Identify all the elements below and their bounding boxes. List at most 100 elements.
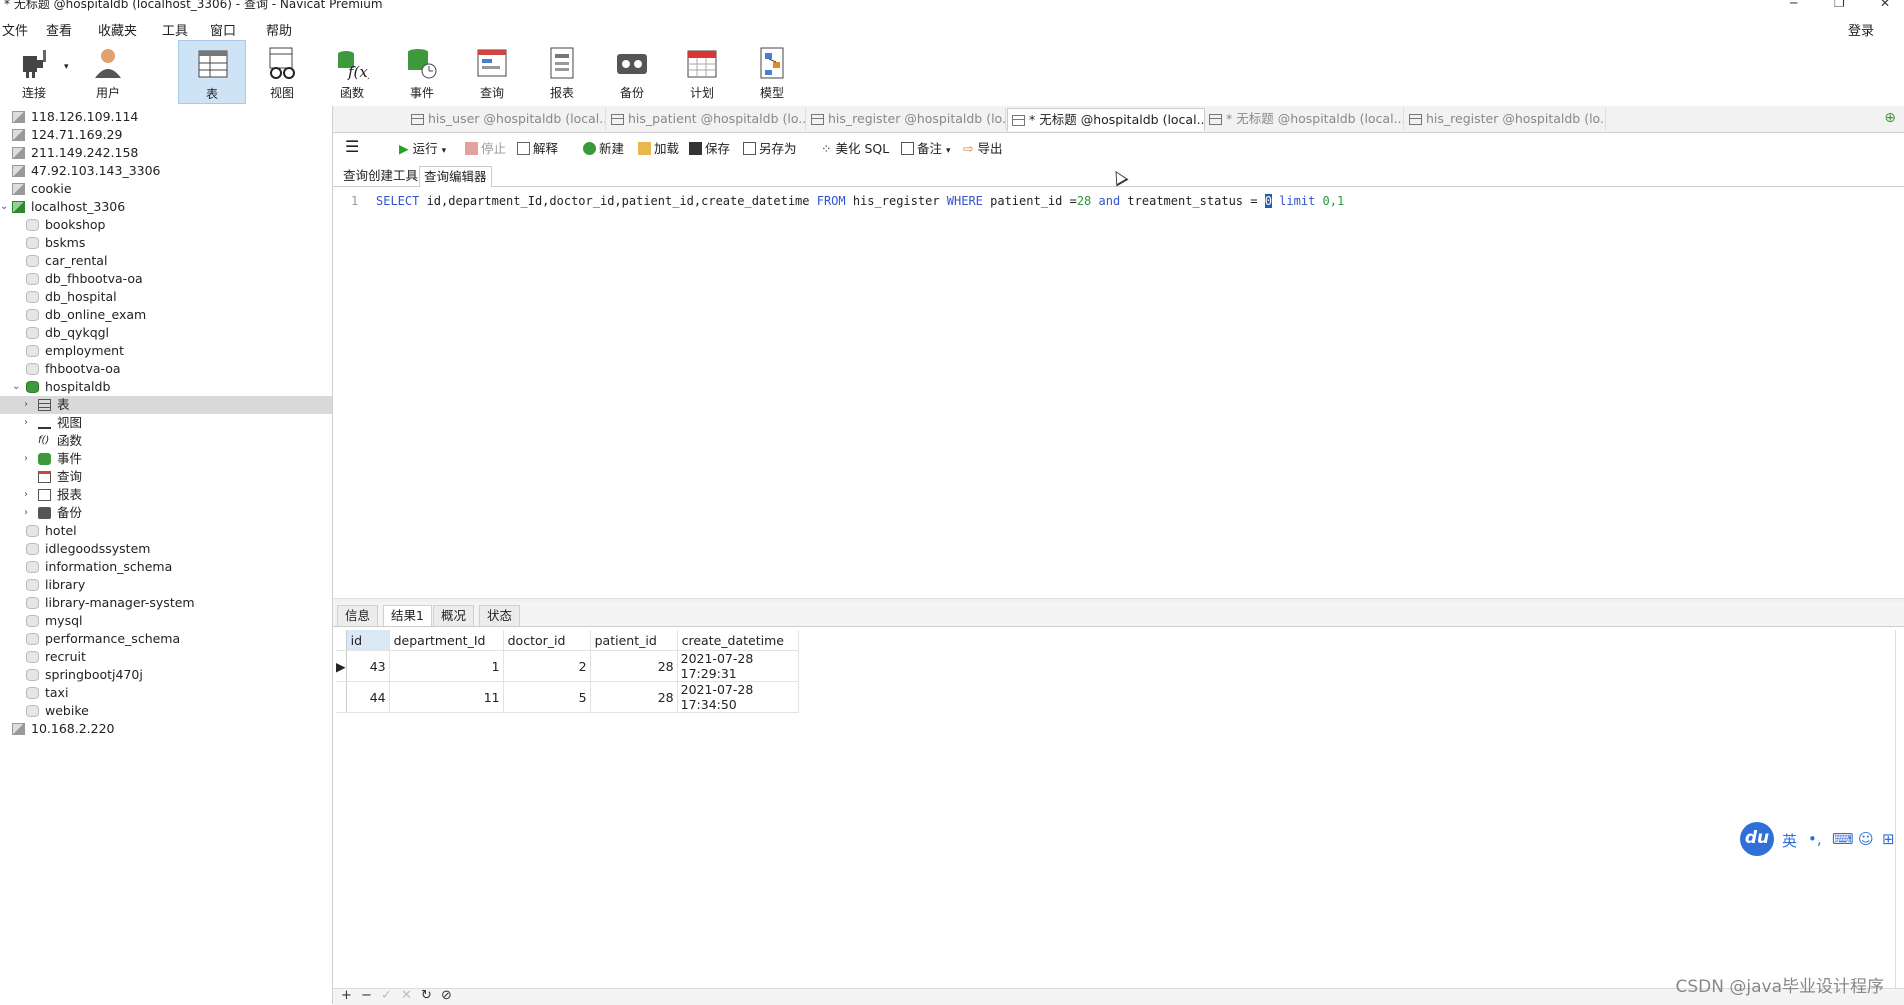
sql-text[interactable]: SELECT id,department_Id,doctor_id,patien… [376, 194, 1344, 208]
connect-button[interactable]: 连接 [0, 40, 68, 104]
beautify-sql-button[interactable]: ⁘ 美化 SQL [821, 140, 889, 158]
tree-item[interactable]: 124.71.169.29 [0, 126, 332, 144]
tree-item[interactable]: mysql [0, 612, 332, 630]
chevron-right-icon[interactable]: › [24, 450, 28, 468]
add-row-icon[interactable]: + [341, 989, 352, 1003]
function-button[interactable]: f(x) 函数 [318, 40, 386, 104]
chevron-right-icon[interactable]: › [24, 414, 28, 432]
grid-menu-icon[interactable]: ⊞ [1882, 830, 1895, 848]
tree-item[interactable]: performance_schema [0, 630, 332, 648]
tab-profile[interactable]: 概况 [433, 605, 475, 626]
event-button[interactable]: 事件 [388, 40, 456, 104]
tab-info[interactable]: 信息 [337, 605, 379, 626]
explain-button[interactable]: 解释 [517, 140, 558, 158]
tree-item[interactable]: information_schema [0, 558, 332, 576]
tree-item[interactable]: recruit [0, 648, 332, 666]
menu-tools[interactable]: 工具 [162, 20, 188, 39]
tree-item[interactable]: ⌄ hospitaldb [0, 378, 332, 396]
chevron-right-icon[interactable]: › [24, 396, 28, 414]
query-button[interactable]: 查询 [458, 40, 526, 104]
tree-item[interactable]: › 表 [0, 396, 332, 414]
cell-id[interactable]: 44 [346, 681, 390, 713]
menu-file[interactable]: 文件 [2, 20, 28, 39]
tree-item[interactable]: › 视图 [0, 414, 332, 432]
tree-item[interactable]: bskms [0, 234, 332, 252]
new-query-button[interactable]: 新建 [583, 140, 624, 158]
menu-window[interactable]: 窗口 [210, 20, 236, 39]
tree-item[interactable]: car_rental [0, 252, 332, 270]
cell-patient-id[interactable]: 28 [590, 681, 678, 713]
chevron-down-icon[interactable]: ⌄ [0, 198, 8, 216]
tree-item[interactable]: 查询 [0, 468, 332, 486]
tree-item[interactable]: 47.92.103.143_3306 [0, 162, 332, 180]
chevron-down-icon[interactable]: ⌄ [12, 378, 20, 396]
backup-button[interactable]: 备份 [598, 40, 666, 104]
refresh-icon[interactable]: ↻ [421, 989, 432, 1003]
tab-status[interactable]: 状态 [479, 605, 521, 626]
minimize-icon[interactable]: ─ [1790, 0, 1797, 9]
tab-result-1[interactable]: 结果1 [383, 605, 432, 626]
ime-language-toggle[interactable]: 英 [1782, 830, 1797, 851]
tree-item[interactable]: springbootj470j [0, 666, 332, 684]
new-tab-icon[interactable]: ⊕ [1884, 110, 1896, 126]
tree-item[interactable]: 118.126.109.114 [0, 108, 332, 126]
menu-favorites[interactable]: 收藏夹 [98, 20, 137, 39]
hamburger-menu-icon[interactable]: ☰ [345, 138, 359, 156]
user-button[interactable]: 用户 [74, 40, 142, 104]
tree-item[interactable]: fhbootva-oa [0, 360, 332, 378]
tree-item[interactable]: › 备份 [0, 504, 332, 522]
tree-item[interactable]: db_fhbootva-oa [0, 270, 332, 288]
table-row[interactable]: 44 11 5 28 2021-07-28 17:34:50 [336, 681, 799, 713]
tree-item[interactable]: db_online_exam [0, 306, 332, 324]
punctuation-icon[interactable]: •, [1808, 830, 1822, 848]
chevron-right-icon[interactable]: › [24, 486, 28, 504]
menu-view[interactable]: 查看 [46, 20, 72, 39]
tab-query-editor[interactable]: 查询编辑器 [419, 166, 492, 187]
tree-item[interactable]: ⌄ localhost_3306 [0, 198, 332, 216]
tree-item[interactable]: f() 函数 [0, 432, 332, 450]
column-header-doctor-id[interactable]: doctor_id [503, 630, 591, 651]
tree-item[interactable]: 10.168.2.220 [0, 720, 332, 738]
tree-item[interactable]: › 事件 [0, 450, 332, 468]
run-button[interactable]: ▶ 运行 ▾ [399, 140, 446, 158]
note-button[interactable]: 备注 ▾ [901, 140, 951, 158]
tree-item[interactable]: idlegoodssystem [0, 540, 332, 558]
tree-item[interactable]: hotel [0, 522, 332, 540]
chevron-right-icon[interactable]: › [24, 504, 28, 522]
cell-create-datetime[interactable]: 2021-07-28 17:34:50 [677, 681, 799, 713]
table-row[interactable]: ▶ 43 1 2 28 2021-07-28 17:29:31 [336, 650, 799, 682]
cell-patient-id[interactable]: 28 [590, 650, 678, 682]
tree-item[interactable]: 211.149.242.158 [0, 144, 332, 162]
tree-item[interactable]: bookshop [0, 216, 332, 234]
column-header-create-datetime[interactable]: create_datetime [677, 630, 799, 651]
menu-help[interactable]: 帮助 [266, 20, 292, 39]
close-icon[interactable]: ✕ [1880, 0, 1890, 9]
user-icon[interactable]: ☺ [1858, 830, 1874, 848]
cell-department-id[interactable]: 1 [389, 650, 504, 682]
view-button[interactable]: 视图 [248, 40, 316, 104]
cell-id[interactable]: 43 [346, 650, 390, 682]
restore-icon[interactable]: ❐ [1834, 0, 1845, 9]
report-button[interactable]: 报表 [528, 40, 596, 104]
tab-his-register[interactable]: his_register @hospitaldb (lo... [807, 108, 1006, 130]
stop-icon[interactable]: ⊘ [441, 989, 452, 1003]
column-header-patient-id[interactable]: patient_id [590, 630, 678, 651]
tab-his-user[interactable]: his_user @hospitaldb (local... [407, 108, 606, 130]
column-header-id[interactable]: id [346, 630, 390, 651]
chevron-down-icon[interactable]: ▾ [64, 62, 69, 72]
stop-button[interactable]: 停止 [465, 140, 506, 158]
cell-create-datetime[interactable]: 2021-07-28 17:29:31 [677, 650, 799, 682]
baidu-ime-logo[interactable]: du [1740, 822, 1774, 856]
tree-item[interactable]: library [0, 576, 332, 594]
export-button[interactable]: ⇨ 导出 [963, 140, 1002, 158]
tab-untitled-query[interactable]: * 无标题 @hospitaldb (local... [1205, 108, 1404, 130]
model-button[interactable]: 模型 [738, 40, 806, 104]
cell-doctor-id[interactable]: 5 [503, 681, 591, 713]
delete-row-icon[interactable]: − [361, 989, 372, 1003]
tab-his-patient[interactable]: his_patient @hospitaldb (lo... [607, 108, 806, 130]
tree-item[interactable]: db_hospital [0, 288, 332, 306]
cell-department-id[interactable]: 11 [389, 681, 504, 713]
save-as-button[interactable]: 另存为 [743, 140, 797, 158]
column-header-department-id[interactable]: department_Id [389, 630, 504, 651]
result-grid[interactable]: id department_Id doctor_id patient_id cr… [336, 630, 799, 713]
